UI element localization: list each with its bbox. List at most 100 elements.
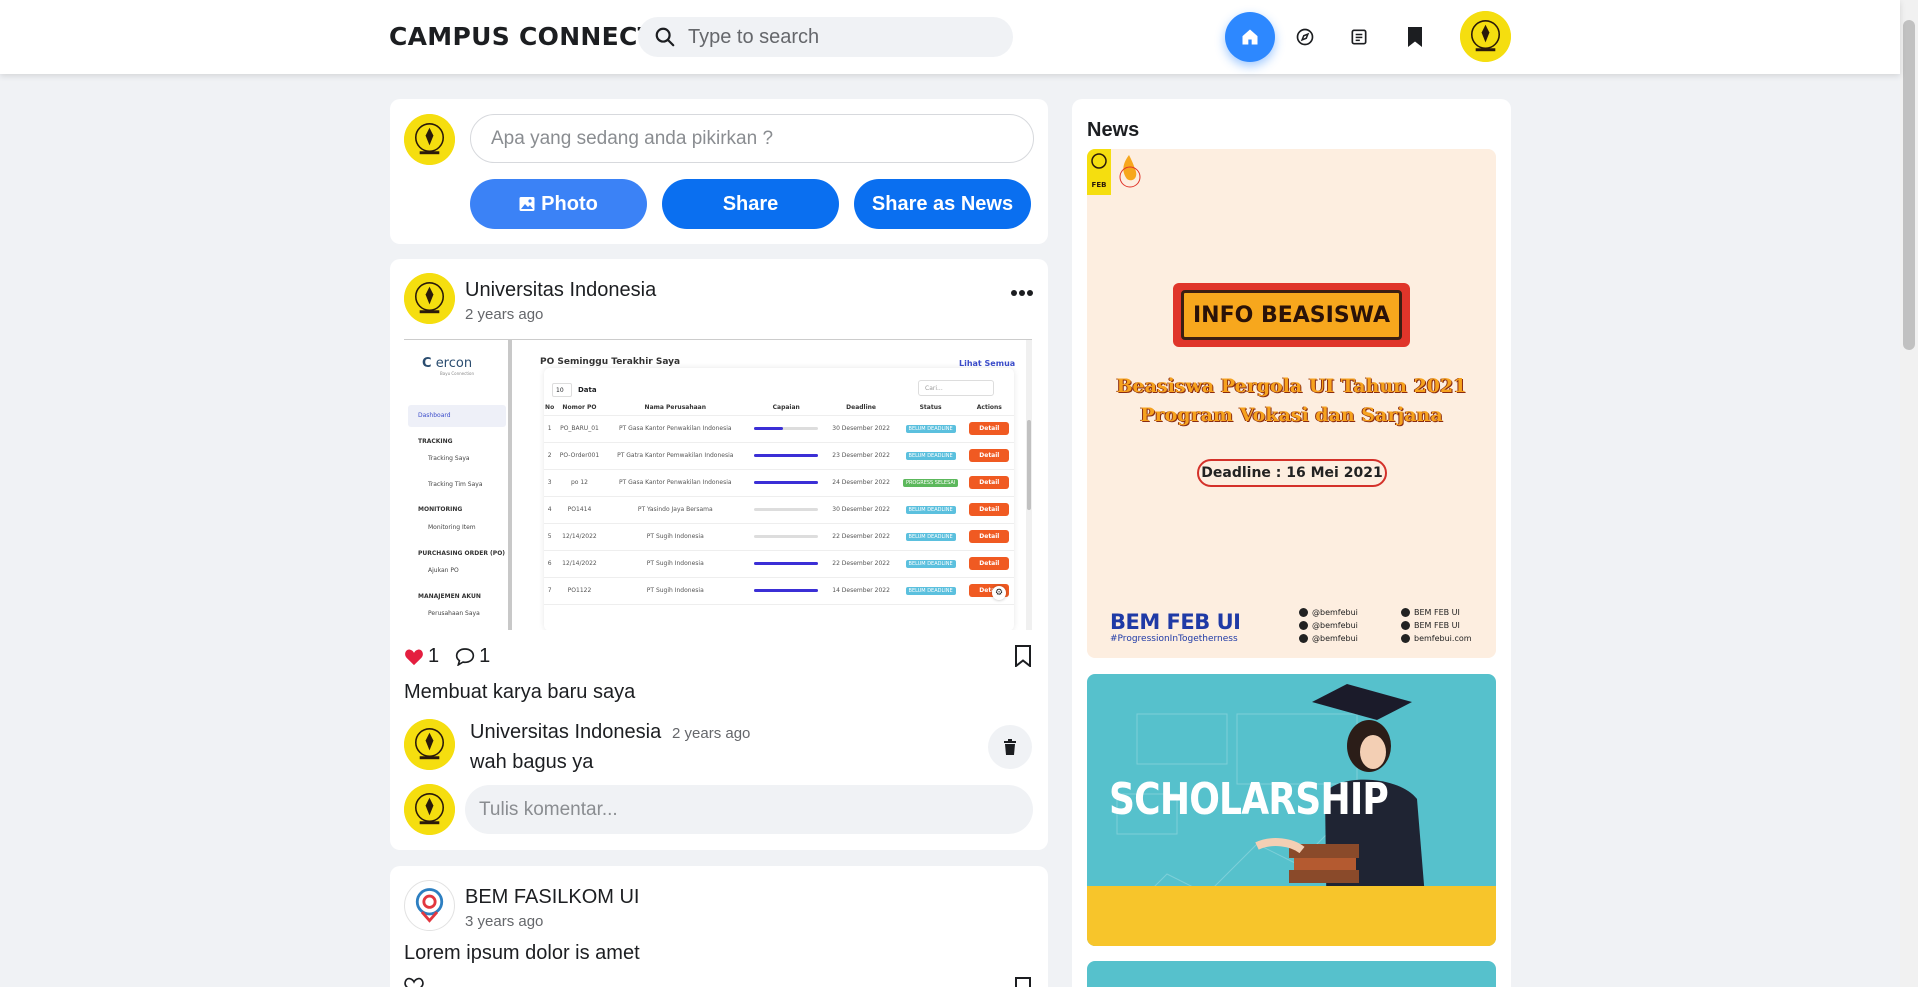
progress-bar [754, 481, 819, 484]
image-cell-po: PO-Order001 [555, 442, 604, 470]
image-cell-deadline: 30 Desember 2022 [825, 415, 897, 443]
image-scrollbar [1026, 340, 1032, 630]
social-youtube: BEM FEB UI [1401, 621, 1460, 630]
news-item[interactable] [1087, 961, 1496, 987]
progress-bar [754, 562, 819, 565]
post-author-avatar[interactable] [404, 273, 455, 324]
nav-bookmark-button[interactable] [1390, 12, 1440, 62]
scholarship-headline: SCHOLARSHIP [1109, 774, 1389, 825]
heart-icon[interactable] [404, 648, 424, 666]
image-cell-progress [746, 442, 826, 470]
image-cell-deadline: 22 Desember 2022 [825, 550, 897, 578]
brand-title[interactable]: CAMPUS CONNECT [389, 22, 655, 51]
compass-icon [1296, 28, 1314, 46]
image-cell-status: BELUM DEADLINE [896, 442, 965, 470]
search-bar[interactable] [638, 17, 1013, 57]
more-options-icon[interactable] [1010, 289, 1034, 297]
image-cell-progress [746, 496, 826, 524]
globe-icon [1401, 634, 1410, 643]
image-cell-company: PT Sugih Indonesia [603, 523, 747, 551]
social-line: @bemfebui [1299, 634, 1358, 643]
post-timestamp: 2 years ago [465, 306, 544, 323]
comment-author-name[interactable]: Universitas Indonesia [470, 721, 661, 744]
comment-text: wah bagus ya [470, 751, 594, 773]
post-image[interactable]: C ercon Bayu Connection Dashboard TRACKIN… [404, 339, 1032, 630]
nav-explore-button[interactable] [1280, 12, 1330, 62]
social-website: bemfebui.com [1401, 634, 1472, 643]
share-as-news-button-label: Share as News [871, 192, 1014, 215]
share-button-label: Share [722, 192, 779, 215]
news-item-scholarship[interactable]: SCHOLARSHIP [1087, 674, 1496, 946]
image-table-header: Actions [964, 401, 1014, 416]
news-line-2: Program Vokasi dan Sarjana [1140, 404, 1443, 426]
university-logo-icon [1460, 11, 1511, 62]
progress-bar [754, 535, 819, 538]
image-table-header: Status [896, 401, 965, 416]
post-author-name[interactable]: Universitas Indonesia [465, 279, 656, 302]
comment-timestamp: 2 years ago [672, 725, 751, 742]
page-scrollbar-thumb[interactable] [1903, 20, 1915, 350]
detail-button: Detail [969, 503, 1010, 516]
share-as-news-button[interactable]: Share as News [854, 179, 1031, 229]
youtube-icon [1401, 621, 1410, 630]
image-cell-action: Detail [964, 415, 1014, 443]
search-input[interactable] [688, 17, 998, 57]
search-icon [655, 27, 675, 47]
comment-author-avatar[interactable] [404, 719, 455, 770]
image-cell-no: 2 [544, 442, 556, 470]
image-table-panel: 10 Data Cari... No Nomor PO Nama Perusahaa… [544, 368, 1014, 630]
image-table-row: 6 12/14/2022 PT Sugih Indonesia 22 Desember… [544, 550, 1014, 578]
image-table-row: 3 po 12 PT Gasa Kantor Penwakilan Indonesi… [544, 469, 1014, 497]
instagram-icon [1299, 608, 1308, 617]
image-table-row: 4 PO1414 PT Yasindo Jaya Bersama 30 Desembe… [544, 496, 1014, 524]
status-badge: BELUM DEADLINE [905, 586, 956, 595]
image-sidebar: C ercon Bayu Connection Dashboard TRACKIN… [404, 340, 512, 630]
feb-logo-icon: FEB [1087, 149, 1149, 195]
detail-button: Detail [969, 476, 1010, 489]
home-icon [1242, 29, 1258, 45]
image-cell-company: PT Gasa Kantor Penwakilan Indonesia [603, 469, 747, 497]
image-search-box: Cari... [918, 380, 994, 396]
post-author-avatar[interactable] [404, 880, 455, 931]
image-panel-title: PO Seminggu Terakhir Saya [540, 357, 681, 367]
news-item-beasiswa[interactable]: FEB INFO BEASISWA Beasiswa Pergola UI Ta… [1087, 149, 1496, 658]
photo-button[interactable]: Photo [470, 179, 647, 229]
heart-outline-icon[interactable] [404, 977, 424, 987]
status-input[interactable] [470, 114, 1034, 163]
post-caption: Membuat karya baru saya [404, 681, 636, 703]
image-cell-company: PT Yasindo Jaya Bersama [603, 496, 747, 524]
post-timestamp: 3 years ago [465, 913, 544, 930]
post-reactions: 1 1 [404, 645, 490, 668]
image-sidebar-item: Tracking Tim Saya [428, 481, 483, 488]
image-sidebar-item: Ajukan PO [428, 567, 459, 574]
image-cell-status: BELUM DEADLINE [896, 550, 965, 578]
linkedin-icon [1401, 608, 1410, 617]
status-badge: BELUM DEADLINE [905, 451, 956, 460]
image-cell-no: 5 [544, 523, 556, 551]
image-sidebar-heading: MANAJEMEN AKUN [418, 593, 481, 600]
nav-news-button[interactable] [1334, 12, 1384, 62]
bookmark-outline-icon[interactable] [1014, 977, 1032, 987]
profile-avatar[interactable] [1460, 11, 1511, 62]
comment-input-avatar [404, 784, 455, 835]
delete-comment-button[interactable] [988, 725, 1032, 769]
image-po-table: No Nomor PO Nama Perusahaan Capaian Deadline… [544, 401, 1014, 605]
image-cell-progress [746, 469, 826, 497]
image-cell-status: BELUM DEADLINE [896, 523, 965, 551]
image-table-header: Deadline [825, 401, 897, 416]
status-badge: BELUM DEADLINE [905, 532, 956, 541]
like-count: 1 [428, 645, 440, 667]
share-button[interactable]: Share [662, 179, 839, 229]
image-cell-no: 1 [544, 415, 556, 443]
post-author-name[interactable]: BEM FASILKOM UI [465, 886, 639, 909]
image-cell-progress [746, 550, 826, 578]
status-badge: BELUM DEADLINE [905, 559, 956, 568]
bookmark-outline-icon[interactable] [1014, 645, 1032, 667]
image-cell-progress [746, 523, 826, 551]
image-cell-company: PT Sugih Indonesia [603, 577, 747, 605]
progress-bar [754, 454, 819, 457]
nav-home-button[interactable] [1225, 12, 1275, 62]
comment-input[interactable] [465, 785, 1033, 834]
comment-icon[interactable] [455, 647, 475, 666]
image-cell-action: Detail [964, 577, 1014, 605]
